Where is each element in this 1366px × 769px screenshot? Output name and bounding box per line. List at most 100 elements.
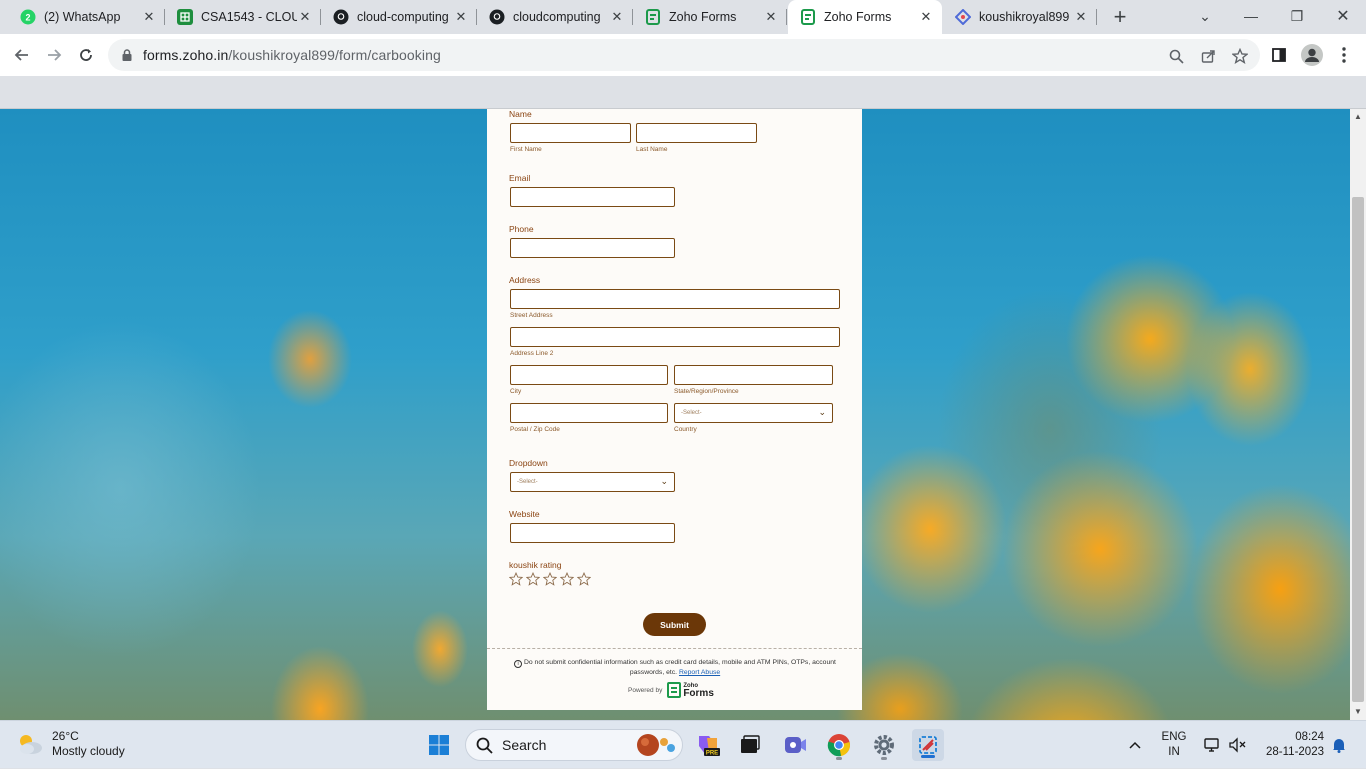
address-bar[interactable]: forms.zoho.in/koushikroyal899/form/carbo… bbox=[108, 39, 1260, 71]
address-label: Address bbox=[509, 275, 541, 285]
close-icon[interactable]: ✕ bbox=[1073, 9, 1089, 25]
close-icon[interactable]: ✕ bbox=[918, 9, 934, 25]
chevron-down-icon: ⌄ bbox=[660, 476, 668, 486]
tab-sheets[interactable]: CSA1543 - CLOU ✕ bbox=[165, 0, 321, 34]
weather-widget[interactable]: 26°C Mostly cloudy bbox=[16, 729, 125, 759]
address-line2-sublabel: Address Line 2 bbox=[510, 350, 554, 357]
rating-star-icon[interactable] bbox=[577, 572, 591, 586]
rating-star-icon[interactable] bbox=[526, 572, 540, 586]
copilot-pre-icon[interactable]: PRE bbox=[692, 729, 724, 761]
tab-zoho-forms-active[interactable]: Zoho Forms ✕ bbox=[788, 0, 942, 34]
weather-temp: 26°C bbox=[52, 729, 79, 743]
clock-date: 28-11-2023 bbox=[1266, 746, 1324, 758]
email-label: Email bbox=[509, 173, 531, 183]
clock[interactable]: 08:24 28-11-2023 bbox=[1252, 721, 1324, 769]
settings-gear-icon[interactable] bbox=[868, 729, 900, 761]
zoho-forms-logo[interactable]: Zoho Forms bbox=[667, 682, 714, 699]
reload-button[interactable] bbox=[72, 41, 100, 69]
phone-input[interactable] bbox=[510, 238, 675, 258]
forward-button[interactable] bbox=[40, 41, 68, 69]
tab-whatsapp[interactable]: 2 (2) WhatsApp ✕ bbox=[8, 0, 165, 34]
svg-text:PRE: PRE bbox=[706, 751, 718, 757]
notification-bell-icon[interactable] bbox=[1328, 721, 1350, 769]
new-tab-button[interactable]: + bbox=[1108, 4, 1132, 29]
tab-github-1[interactable]: cloud-computing ✕ bbox=[321, 0, 477, 34]
info-icon: i bbox=[514, 660, 523, 668]
zoom-icon[interactable] bbox=[1166, 46, 1186, 66]
scrollbar-thumb[interactable] bbox=[1352, 197, 1364, 702]
last-name-input[interactable] bbox=[636, 123, 757, 143]
snipping-tool-icon[interactable] bbox=[912, 729, 944, 761]
first-name-sublabel: First Name bbox=[510, 146, 542, 153]
city-sublabel: City bbox=[510, 388, 522, 395]
submit-button[interactable]: Submit bbox=[643, 613, 706, 636]
phone-label: Phone bbox=[509, 224, 534, 234]
close-icon[interactable]: ✕ bbox=[297, 9, 313, 25]
last-name-sublabel: Last Name bbox=[636, 146, 668, 153]
report-abuse-link[interactable]: Report Abuse bbox=[679, 669, 720, 676]
search-highlight-icon bbox=[637, 734, 675, 756]
taskbar-search[interactable]: Search bbox=[465, 729, 683, 761]
tab-strip: 2 (2) WhatsApp ✕ CSA1543 - CLOU ✕ cloud-… bbox=[0, 0, 1366, 34]
country-select-value: -Select- bbox=[681, 410, 702, 416]
window-close-button[interactable]: ✕ bbox=[1320, 0, 1366, 32]
first-name-input[interactable] bbox=[510, 123, 631, 143]
tab-zoho-creator[interactable]: koushikroyal899 ✕ bbox=[943, 0, 1097, 34]
tab-search-chevron-icon[interactable]: ⌄ bbox=[1182, 0, 1228, 32]
sheets-icon bbox=[177, 9, 193, 25]
minimize-button[interactable]: — bbox=[1228, 0, 1274, 32]
scroll-up-icon[interactable]: ▲ bbox=[1354, 112, 1362, 121]
zip-sublabel: Postal / Zip Code bbox=[510, 426, 560, 433]
name-label: Name bbox=[509, 109, 532, 119]
state-sublabel: State/Region/Province bbox=[674, 388, 739, 395]
network-icon[interactable] bbox=[1200, 721, 1224, 769]
volume-muted-icon[interactable] bbox=[1226, 721, 1248, 769]
close-icon[interactable]: ✕ bbox=[141, 9, 157, 25]
tab-github-2[interactable]: cloudcomputing ✕ bbox=[477, 0, 633, 34]
side-panel-icon[interactable] bbox=[1266, 42, 1292, 68]
github-icon bbox=[489, 9, 505, 25]
close-icon[interactable]: ✕ bbox=[609, 9, 625, 25]
github-icon bbox=[333, 9, 349, 25]
zip-input[interactable] bbox=[510, 403, 668, 423]
language-indicator[interactable]: ENG IN bbox=[1156, 721, 1192, 769]
profile-avatar[interactable] bbox=[1299, 42, 1325, 68]
page-scrollbar[interactable]: ▲ ▼ bbox=[1350, 109, 1366, 720]
email-input[interactable] bbox=[510, 187, 675, 207]
back-button[interactable] bbox=[8, 41, 36, 69]
zoho-forms-icon bbox=[645, 9, 661, 25]
menu-kebab-icon[interactable] bbox=[1331, 42, 1357, 68]
close-icon[interactable]: ✕ bbox=[763, 9, 779, 25]
rating-star-icon[interactable] bbox=[560, 572, 574, 586]
city-input[interactable] bbox=[510, 365, 668, 385]
tab-title: Zoho Forms bbox=[669, 10, 737, 24]
tray-overflow-chevron-icon[interactable] bbox=[1124, 721, 1146, 769]
restore-button[interactable]: ❐ bbox=[1274, 0, 1320, 32]
url-text: forms.zoho.in/koushikroyal899/form/carbo… bbox=[143, 47, 441, 63]
bookmark-star-icon[interactable] bbox=[1230, 46, 1250, 66]
tab-title: cloud-computing bbox=[357, 10, 449, 24]
address-line2-input[interactable] bbox=[510, 327, 840, 347]
taskbar: 26°C Mostly cloudy Search PRE ENG IN 08:… bbox=[0, 720, 1366, 768]
lock-icon bbox=[122, 49, 132, 61]
street-address-input[interactable] bbox=[510, 289, 840, 309]
zoho-forms-icon bbox=[800, 9, 816, 25]
tab-zoho-forms-1[interactable]: Zoho Forms ✕ bbox=[633, 0, 787, 34]
close-icon[interactable]: ✕ bbox=[453, 9, 469, 25]
windows-icon bbox=[429, 735, 449, 755]
start-button[interactable] bbox=[423, 729, 455, 761]
teams-meet-icon[interactable] bbox=[779, 729, 811, 761]
country-select[interactable]: -Select- ⌄ bbox=[674, 403, 833, 423]
website-input[interactable] bbox=[510, 523, 675, 543]
clock-time: 08:24 bbox=[1295, 731, 1324, 743]
lang-line1: ENG bbox=[1161, 731, 1187, 743]
rating-star-icon[interactable] bbox=[509, 572, 523, 586]
task-view-icon[interactable] bbox=[734, 729, 766, 761]
state-input[interactable] bbox=[674, 365, 833, 385]
chrome-icon[interactable] bbox=[823, 729, 855, 761]
scroll-down-icon[interactable]: ▼ bbox=[1354, 707, 1362, 716]
dropdown-select-value: -Select- bbox=[517, 479, 538, 485]
rating-star-icon[interactable] bbox=[543, 572, 557, 586]
share-icon[interactable] bbox=[1198, 46, 1218, 66]
dropdown-select[interactable]: -Select- ⌄ bbox=[510, 472, 675, 492]
